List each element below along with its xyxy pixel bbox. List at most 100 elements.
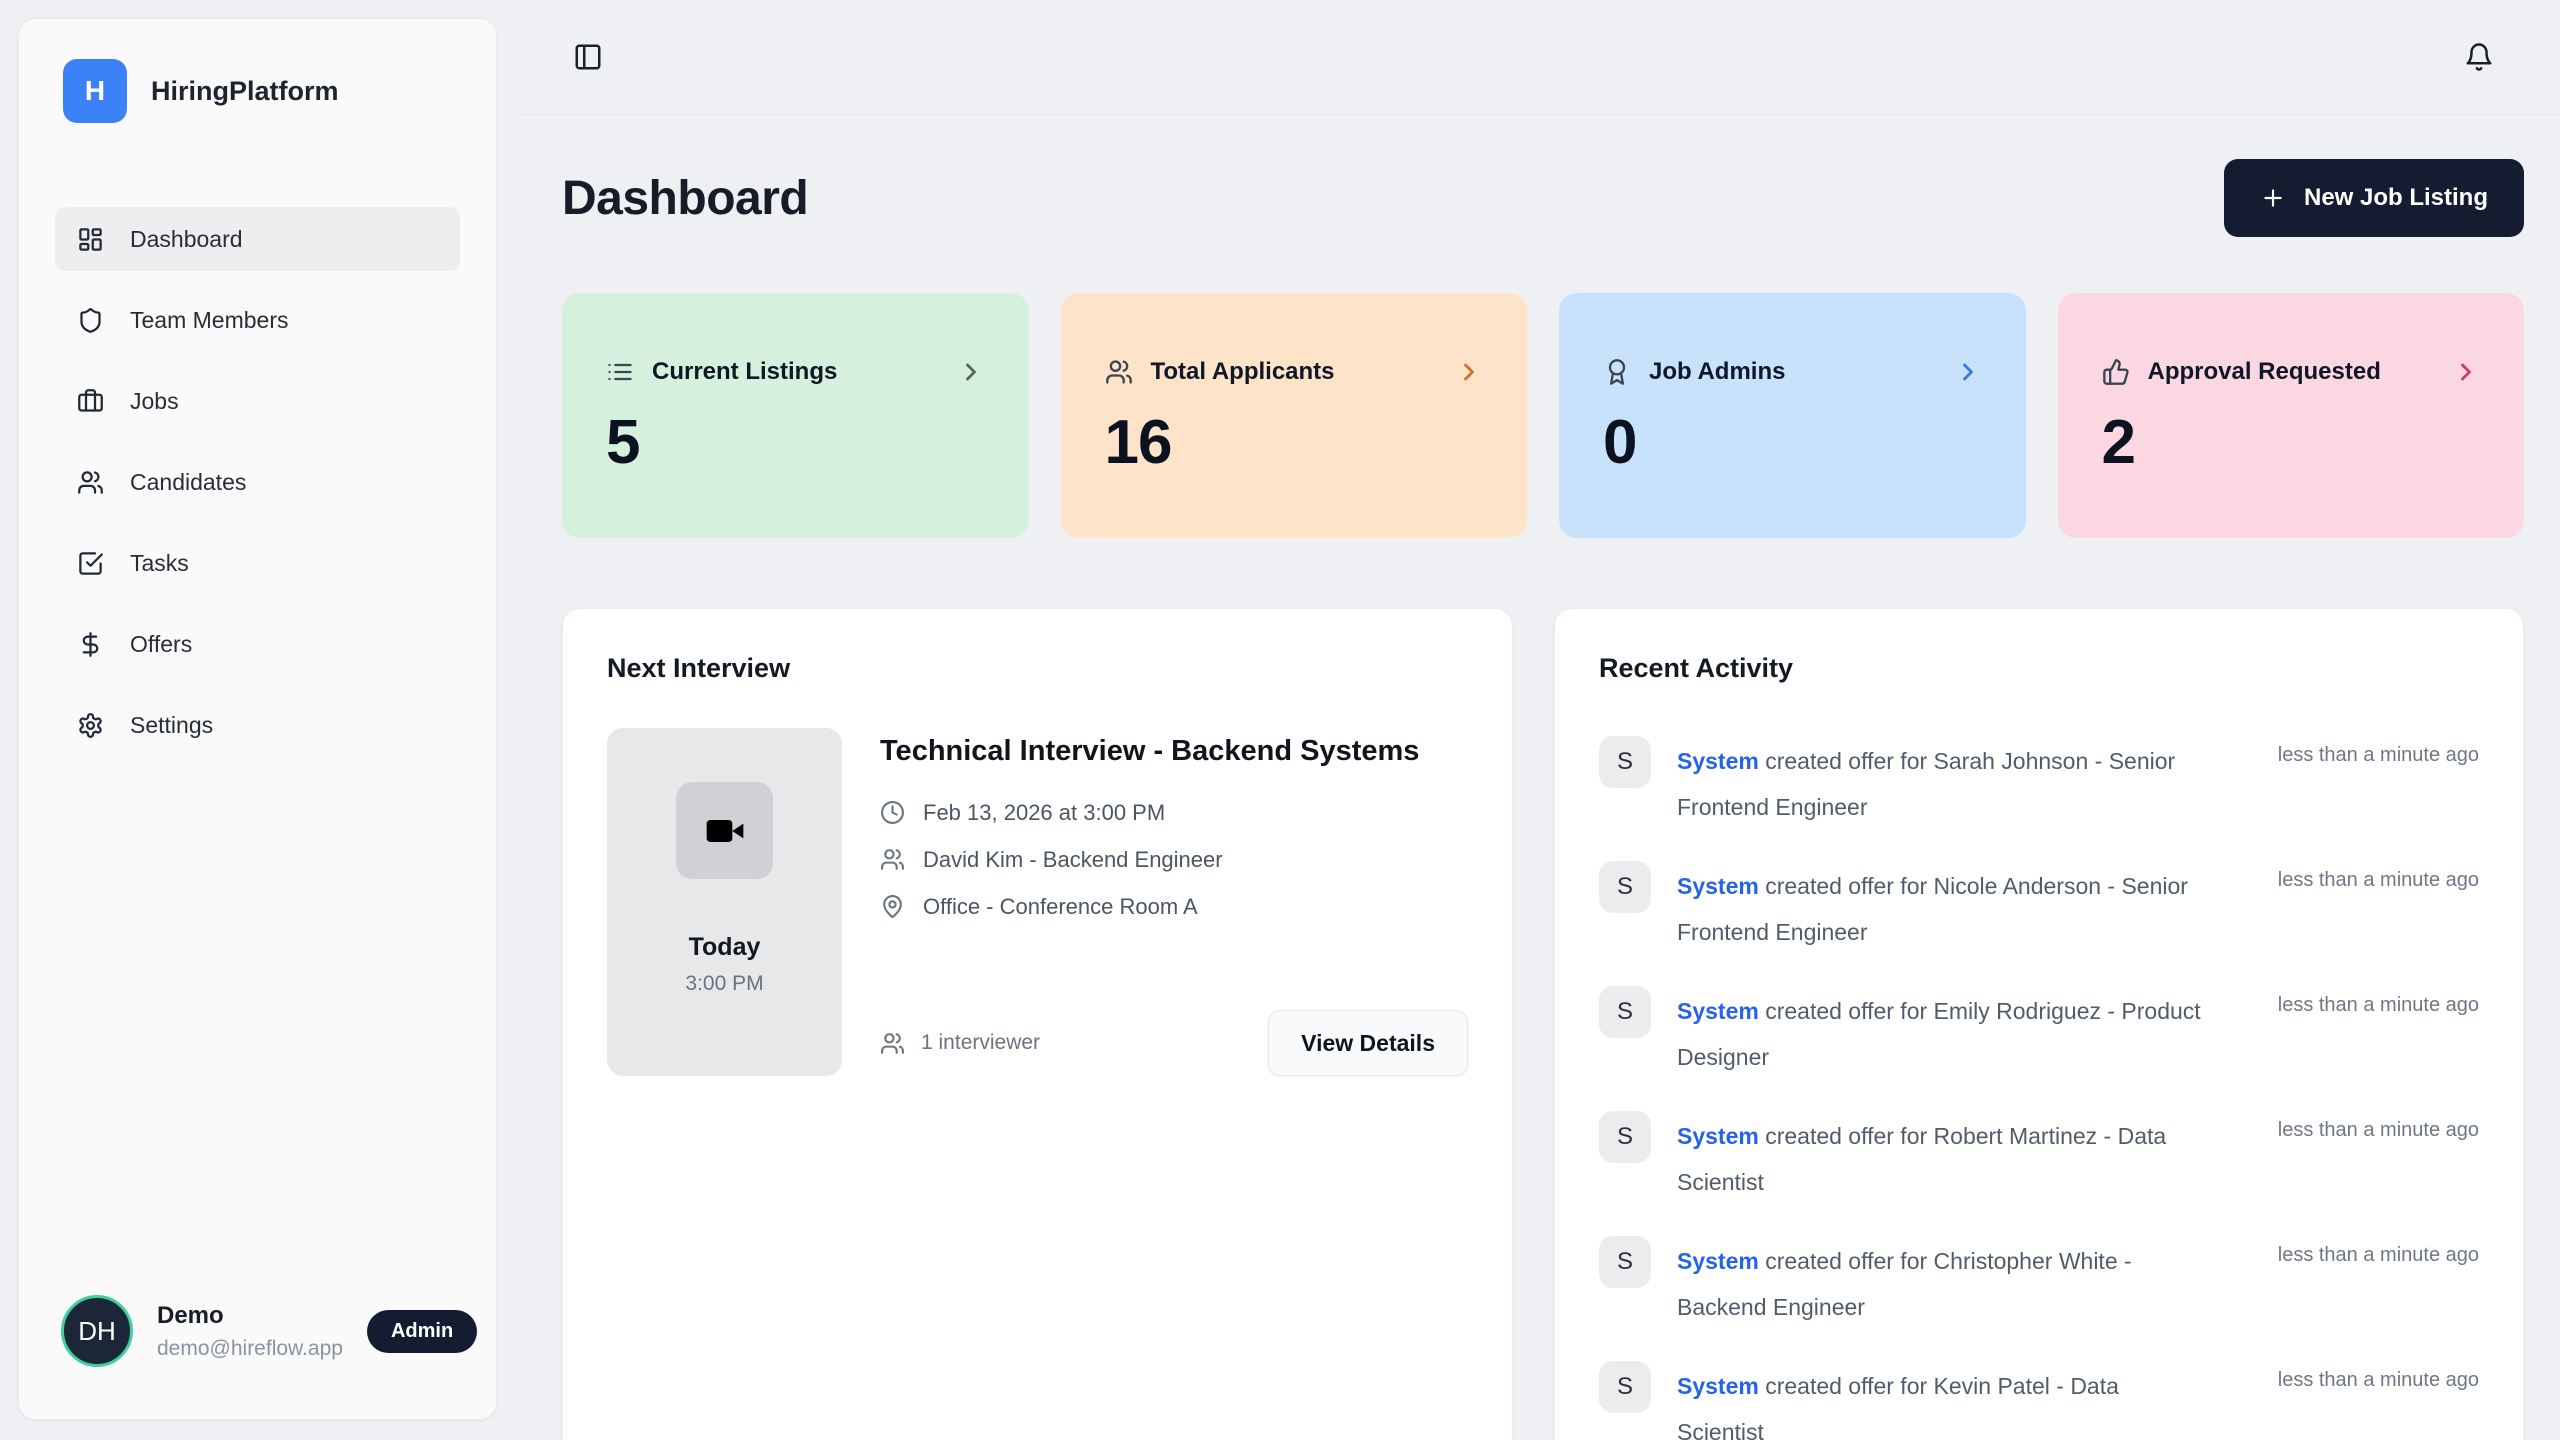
chevron-right-icon (1954, 358, 1982, 386)
activity-item: S System created offer for Sarah Johnson… (1599, 736, 2479, 830)
next-interview-title: Next Interview (607, 653, 1468, 684)
activity-timestamp: less than a minute ago (2278, 1111, 2479, 1142)
activity-avatar: S (1599, 1236, 1651, 1288)
view-details-button[interactable]: View Details (1268, 1010, 1468, 1076)
activity-item: S System created offer for Emily Rodrigu… (1599, 986, 2479, 1080)
activity-text: System created offer for Nicole Anderson… (1677, 861, 2207, 955)
sidebar-item-label: Jobs (130, 388, 179, 415)
sidebar-item-settings[interactable]: Settings (55, 693, 460, 757)
stats-row: Current Listings 5 Total Applicants 16 J… (562, 293, 2524, 538)
stat-card-total-applicants[interactable]: Total Applicants 16 (1061, 293, 1528, 538)
topbar (516, 0, 2560, 115)
activity-avatar: S (1599, 986, 1651, 1038)
activity-timestamp: less than a minute ago (2278, 861, 2479, 892)
sidebar-item-dashboard[interactable]: Dashboard (55, 207, 460, 271)
video-icon (676, 782, 773, 879)
sidebar-nav: Dashboard Team Members Jobs Candidates T… (55, 207, 460, 757)
activity-text: System created offer for Emily Rodriguez… (1677, 986, 2207, 1080)
sidebar-item-label: Offers (130, 631, 192, 658)
briefcase-icon (77, 388, 104, 415)
users-icon (880, 847, 905, 872)
recent-activity-panel: Recent Activity S System created offer f… (1554, 608, 2524, 1440)
brand: H HiringPlatform (55, 59, 460, 123)
interview-title: Technical Interview - Backend Systems (880, 728, 1440, 775)
plus-icon (2260, 185, 2286, 211)
activity-timestamp: less than a minute ago (2278, 1236, 2479, 1267)
activity-item: S System created offer for Kevin Patel -… (1599, 1361, 2479, 1440)
sidebar-item-label: Tasks (130, 550, 189, 577)
stat-label: Current Listings (652, 358, 837, 386)
stat-label: Approval Requested (2148, 358, 2381, 386)
activity-item: S System created offer for Christopher W… (1599, 1236, 2479, 1330)
sidebar-item-label: Settings (130, 712, 213, 739)
activity-text: System created offer for Sarah Johnson -… (1677, 736, 2207, 830)
interview-location: Office - Conference Room A (923, 894, 1198, 920)
stat-card-approval-requested[interactable]: Approval Requested 2 (2058, 293, 2525, 538)
users-icon (880, 1031, 905, 1056)
shield-icon (77, 307, 104, 334)
sidebar: H HiringPlatform Dashboard Team Members … (18, 18, 497, 1420)
actor-link[interactable]: System (1677, 1123, 1759, 1149)
sidebar-item-candidates[interactable]: Candidates (55, 450, 460, 514)
activity-avatar: S (1599, 861, 1651, 913)
gear-icon (77, 712, 104, 739)
actor-link[interactable]: System (1677, 1373, 1759, 1399)
sidebar-item-offers[interactable]: Offers (55, 612, 460, 676)
panels-row: Next Interview Today 3:00 PM Technical I… (562, 608, 2524, 1440)
stat-value: 0 (1603, 412, 1982, 474)
role-badge: Admin (367, 1310, 477, 1353)
activity-avatar: S (1599, 736, 1651, 788)
actor-link[interactable]: System (1677, 998, 1759, 1024)
interview-candidate: David Kim - Backend Engineer (923, 847, 1223, 873)
avatar: DH (61, 1295, 133, 1367)
interview-datetime: Feb 13, 2026 at 3:00 PM (923, 800, 1165, 826)
recent-activity-title: Recent Activity (1599, 653, 2479, 684)
stat-value: 2 (2102, 412, 2481, 474)
users-icon (77, 469, 104, 496)
clock-icon (880, 800, 905, 825)
sidebar-item-team-members[interactable]: Team Members (55, 288, 460, 352)
stat-value: 5 (606, 412, 985, 474)
award-icon (1603, 358, 1631, 386)
check-square-icon (77, 550, 104, 577)
activity-text: System created offer for Robert Martinez… (1677, 1111, 2207, 1205)
list-icon (606, 358, 634, 386)
bell-icon[interactable] (2464, 42, 2494, 72)
brand-name: HiringPlatform (151, 76, 339, 107)
activity-list: S System created offer for Sarah Johnson… (1599, 736, 2479, 1440)
interview-date-tile: Today 3:00 PM (607, 728, 842, 1076)
brand-logo: H (63, 59, 127, 123)
panel-left-icon[interactable] (573, 42, 603, 72)
main-content: Dashboard New Job Listing Current Listin… (516, 115, 2560, 1440)
new-job-listing-button[interactable]: New Job Listing (2224, 159, 2524, 237)
sidebar-item-label: Candidates (130, 469, 246, 496)
activity-avatar: S (1599, 1111, 1651, 1163)
user-menu[interactable]: DH Demo demo@hireflow.app Admin (55, 1295, 460, 1367)
activity-timestamp: less than a minute ago (2278, 986, 2479, 1017)
users-icon (1105, 358, 1133, 386)
interview-day: Today (689, 933, 761, 962)
stat-card-job-admins[interactable]: Job Admins 0 (1559, 293, 2026, 538)
stat-label: Total Applicants (1151, 358, 1335, 386)
activity-item: S System created offer for Robert Martin… (1599, 1111, 2479, 1205)
actor-link[interactable]: System (1677, 748, 1759, 774)
activity-text: System created offer for Kevin Patel - D… (1677, 1361, 2207, 1440)
sidebar-item-jobs[interactable]: Jobs (55, 369, 460, 433)
user-email: demo@hireflow.app (157, 1337, 343, 1361)
activity-avatar: S (1599, 1361, 1651, 1413)
user-name: Demo (157, 1302, 343, 1330)
stat-card-current-listings[interactable]: Current Listings 5 (562, 293, 1029, 538)
layout-dashboard-icon (77, 226, 104, 253)
interviewer-count: 1 interviewer (921, 1031, 1040, 1055)
next-interview-panel: Next Interview Today 3:00 PM Technical I… (562, 608, 1513, 1440)
activity-text: System created offer for Christopher Whi… (1677, 1236, 2207, 1330)
actor-link[interactable]: System (1677, 1248, 1759, 1274)
activity-timestamp: less than a minute ago (2278, 736, 2479, 767)
page-title: Dashboard (562, 171, 808, 226)
sidebar-item-tasks[interactable]: Tasks (55, 531, 460, 595)
sidebar-item-label: Dashboard (130, 226, 243, 253)
chevron-right-icon (957, 358, 985, 386)
user-info: Demo demo@hireflow.app (157, 1302, 343, 1361)
chevron-right-icon (2452, 358, 2480, 386)
actor-link[interactable]: System (1677, 873, 1759, 899)
